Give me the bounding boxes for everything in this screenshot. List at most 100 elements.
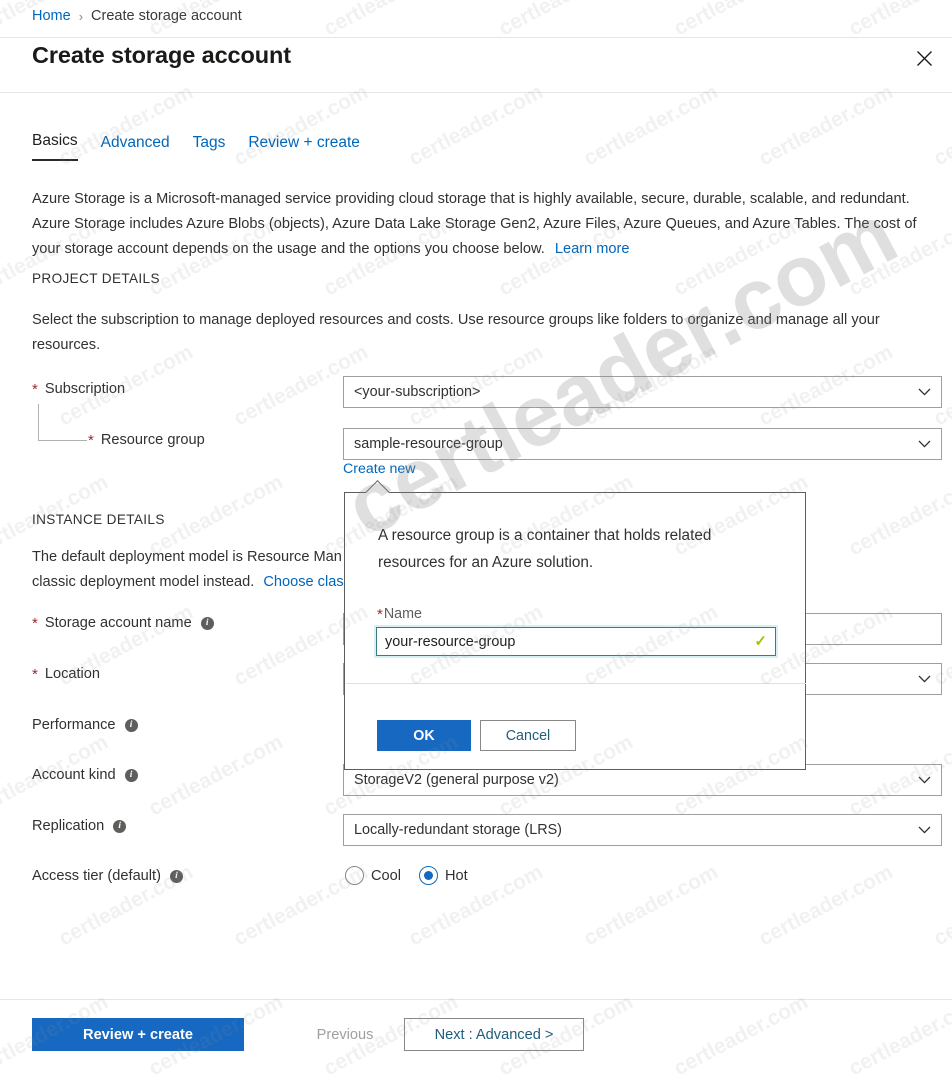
breadcrumb-home-link[interactable]: Home [32,8,71,24]
watermark-tile: certleader.com [755,860,897,951]
info-icon[interactable]: i [169,869,183,883]
watermark-tile: certleader.com [930,860,952,951]
resource-group-label-text: Resource group [100,432,205,448]
divider-under-title [0,92,952,93]
ok-button[interactable]: OK [377,720,471,751]
resource-group-value: sample-resource-group [354,436,503,452]
location-label: * Location [32,666,100,682]
resource-group-dropdown[interactable]: sample-resource-group [343,428,942,460]
radio-indicator [419,866,439,885]
popup-button-row: OK Cancel [377,720,576,751]
required-indicator: * [32,614,38,632]
validation-check-icon: ✓ [754,633,767,650]
intro-text: Azure Storage is a Microsoft-managed ser… [32,191,917,257]
breadcrumb: Home › Create storage account [32,8,242,24]
required-indicator: * [32,380,38,398]
subscription-label-text: Subscription [44,381,126,397]
chevron-down-icon [918,440,931,448]
required-indicator: * [377,605,383,623]
watermark-tile: certleader.com [845,0,952,41]
tab-bar: Basics Advanced Tags Review + create [32,132,360,161]
radio-hot[interactable]: Hot [419,866,468,885]
replication-dropdown[interactable]: Locally-redundant storage (LRS) [343,814,942,846]
popup-name-label-text: Name [383,606,422,622]
page-title: Create storage account [32,42,291,68]
instance-details-heading: INSTANCE DETAILS [32,512,165,527]
required-indicator: * [32,665,38,683]
watermark-tile: certleader.com [670,0,812,41]
watermark-tile: certleader.com [845,990,952,1081]
resource-group-name-field[interactable]: your-resource-group ✓ [376,627,776,656]
create-resource-group-popup: A resource group is a container that hol… [344,492,806,770]
replication-label-text: Replication [32,818,105,834]
location-label-text: Location [44,666,101,682]
instance-details-text-line2: classic deployment model instead. [32,574,255,590]
watermark-tile: certleader.com [755,80,897,171]
popup-name-label: * Name [377,606,422,622]
project-details-description: Select the subscription to manage deploy… [32,312,880,353]
subscription-dropdown[interactable]: <your-subscription> [343,376,942,408]
performance-label: Performance i [32,717,138,733]
previous-button: Previous [316,1026,374,1043]
next-advanced-button[interactable]: Next : Advanced > [404,1018,584,1051]
project-details-heading: PROJECT DETAILS [32,271,160,286]
radio-cool[interactable]: Cool [345,866,401,885]
popup-arrow [365,480,391,493]
watermark-tile: certleader.com [670,990,812,1081]
intro-paragraph: Azure Storage is a Microsoft-managed ser… [32,187,932,262]
chevron-down-icon [918,776,931,784]
breadcrumb-separator-icon: › [78,8,84,24]
chevron-down-icon [918,675,931,683]
watermark-tile: certleader.com [930,80,952,171]
access-tier-radio-group: Cool Hot [345,866,468,885]
performance-label-text: Performance [32,717,116,733]
watermark-tile: certleader.com [405,80,547,171]
access-tier-label: Access tier (default) i [32,868,183,884]
subscription-label: * Subscription [32,381,125,397]
divider-under-breadcrumb [0,37,952,38]
divider-above-footer [0,999,952,1000]
replication-label: Replication i [32,818,127,834]
account-kind-label-text: Account kind [32,767,116,783]
watermark-tile: certleader.com [320,0,462,41]
tab-basics[interactable]: Basics [32,132,78,161]
info-icon[interactable]: i [124,718,138,732]
info-icon[interactable]: i [113,819,127,833]
info-icon[interactable]: i [200,616,214,630]
resource-group-label: * Resource group [88,432,205,448]
footer-action-bar: Review + create Previous Next : Advanced… [32,1018,584,1051]
tab-tags[interactable]: Tags [193,134,226,161]
storage-account-name-label-text: Storage account name [44,615,192,631]
chevron-down-icon [918,826,931,834]
subscription-value: <your-subscription> [354,384,481,400]
popup-divider [346,683,806,684]
choose-classic-link[interactable]: Choose clas [263,574,343,590]
watermark-tile: certleader.com [495,0,637,41]
review-create-button[interactable]: Review + create [32,1018,244,1051]
access-tier-label-text: Access tier (default) [32,868,161,884]
tab-advanced[interactable]: Advanced [101,134,170,161]
radio-indicator [345,866,364,885]
storage-account-name-label: * Storage account name i [32,615,214,631]
popup-description: A resource group is a container that hol… [378,527,712,571]
close-icon[interactable] [904,38,944,78]
required-indicator: * [88,431,94,449]
watermark-tile: certleader.com [145,730,287,821]
resource-group-connector-line [38,404,87,441]
replication-value: Locally-redundant storage (LRS) [354,822,562,838]
instance-details-text-before: The default deployment model is Resource… [32,549,342,565]
chevron-down-icon [918,388,931,396]
breadcrumb-current: Create storage account [91,8,242,24]
watermark-tile: certleader.com [580,80,722,171]
account-kind-value: StorageV2 (general purpose v2) [354,772,559,788]
learn-more-link[interactable]: Learn more [555,241,630,257]
resource-group-name-value: your-resource-group [385,633,516,650]
create-new-link[interactable]: Create new [343,461,416,477]
tab-review-create[interactable]: Review + create [248,134,360,161]
radio-hot-label: Hot [445,867,468,884]
watermark-tile: certleader.com [580,860,722,951]
info-icon[interactable]: i [124,768,138,782]
account-kind-label: Account kind i [32,767,138,783]
radio-cool-label: Cool [371,867,402,884]
cancel-button[interactable]: Cancel [480,720,576,751]
